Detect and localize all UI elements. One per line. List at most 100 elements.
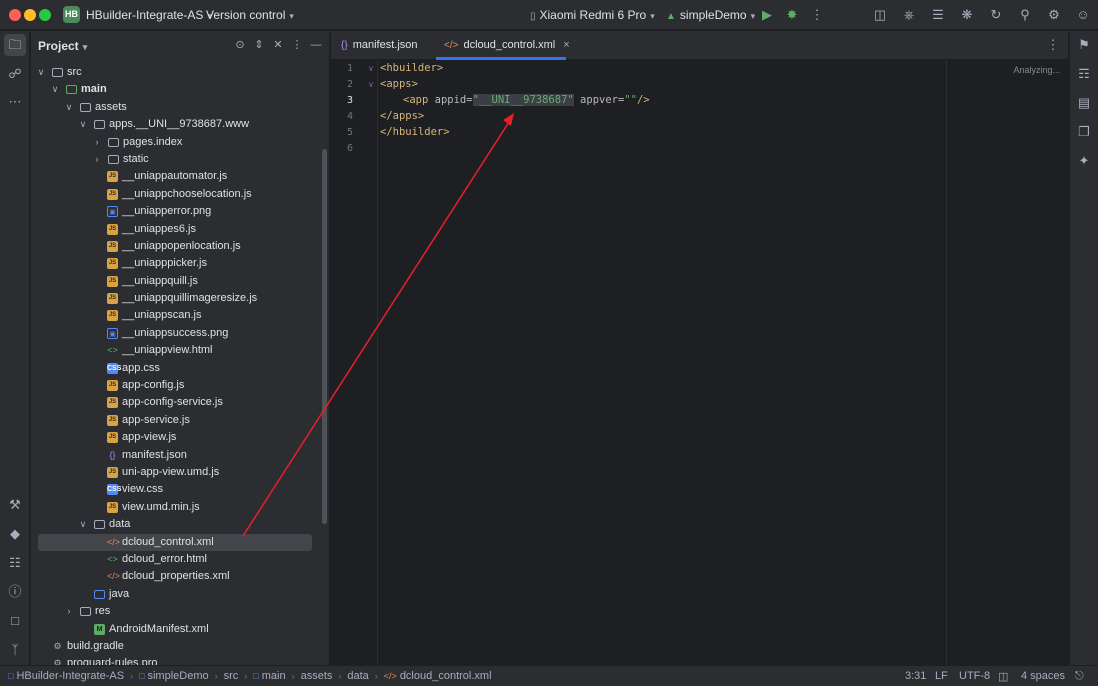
tab-options-icon[interactable]: ⋮ <box>1044 36 1062 54</box>
lock-icon[interactable]: ⎋ <box>1075 670 1084 683</box>
logcat-icon[interactable]: ☷ <box>4 552 26 574</box>
chevron-down-icon[interactable]: ∨ <box>78 116 88 133</box>
more-actions-icon[interactable]: ⋮ <box>808 6 826 24</box>
build-hammer-icon[interactable]: ⚒ <box>4 494 26 516</box>
tab-dcloud-control-xml[interactable]: </> dcloud_control.xml × <box>436 31 570 60</box>
bug-icon[interactable]: ❋ <box>958 6 976 24</box>
problems-icon[interactable]: ⓘ <box>4 581 26 603</box>
file-encoding[interactable]: UTF-8 <box>959 670 990 682</box>
tree-item[interactable]: JS __uniappscan.js <box>31 307 329 324</box>
tree-item[interactable]: JS __uniappautomator.js <box>31 168 329 185</box>
tree-item[interactable]: ⚙ build.gradle <box>31 638 329 655</box>
project-tree-scrollbar[interactable] <box>322 149 327 524</box>
chevron-right-icon[interactable]: › <box>92 151 102 168</box>
tree-item[interactable]: ∨ main <box>31 81 329 98</box>
tree-item[interactable]: › pages.index <box>31 134 329 151</box>
project-switcher[interactable]: HBuilder-Integrate-AS ▾ <box>86 8 212 22</box>
device-file-explorer-icon[interactable]: ▤ <box>1073 92 1095 114</box>
tree-item[interactable]: ▣ __uniappsuccess.png <box>31 325 329 342</box>
tree-item[interactable]: JS __uniappquill.js <box>31 273 329 290</box>
project-view-selector[interactable]: Project ▾ <box>38 39 87 53</box>
tree-item[interactable]: › res <box>31 603 329 620</box>
account-icon[interactable]: ☺ <box>1074 6 1092 24</box>
gradle-icon[interactable]: ☶ <box>1073 63 1095 85</box>
tree-item[interactable]: JS __uniappes6.js <box>31 221 329 238</box>
tree-item[interactable]: ⚙ proguard-rules.pro <box>31 655 329 665</box>
close-tab-icon[interactable]: × <box>563 39 569 51</box>
tree-item[interactable]: ∨ src <box>31 64 329 81</box>
run-icon[interactable]: ▶ <box>758 6 776 24</box>
locate-file-icon[interactable]: ⊙ <box>233 38 247 52</box>
chevron-down-icon[interactable]: ∨ <box>50 81 60 98</box>
version-control-menu[interactable]: Version control ▾ <box>206 8 294 22</box>
run-config-selector[interactable]: ▲ simpleDemo ▾ <box>666 8 755 22</box>
cursor-position[interactable]: 3:31 <box>905 670 926 682</box>
tree-item[interactable]: </> dcloud_control.xml <box>38 533 312 551</box>
tree-item[interactable]: M AndroidManifest.xml <box>31 621 329 638</box>
git-branch-icon[interactable]: ᛉ <box>4 639 26 661</box>
more-tools-icon[interactable]: ⋯ <box>4 91 26 113</box>
search-icon[interactable]: ⚲ <box>1016 6 1034 24</box>
gem-icon[interactable]: ◆ <box>4 523 26 545</box>
tree-item[interactable]: › static <box>31 151 329 168</box>
tree-item[interactable]: CSS app.css <box>31 360 329 377</box>
sync-icon[interactable]: ↻ <box>987 6 1005 24</box>
reader-mode-icon[interactable]: ◫ <box>998 670 1008 683</box>
tree-item[interactable]: ∨ data <box>31 516 329 533</box>
tree-item[interactable]: JS app-config-service.js <box>31 394 329 411</box>
minimize-window-button[interactable] <box>24 9 36 21</box>
project-folder-icon[interactable]: 🗀 <box>4 34 26 56</box>
zoom-window-button[interactable] <box>39 9 51 21</box>
breadcrumb-item[interactable]: main <box>262 670 286 682</box>
chevron-right-icon[interactable]: › <box>92 134 102 151</box>
expand-all-icon[interactable]: ⇕ <box>252 38 266 52</box>
breadcrumb-item[interactable]: assets <box>301 670 333 682</box>
breadcrumb-item[interactable]: dcloud_control.xml <box>400 670 492 682</box>
notifications-icon[interactable]: ⚑ <box>1073 34 1095 56</box>
ai-assistant-icon[interactable]: ✦ <box>1073 150 1095 172</box>
tree-item[interactable]: ▣ __uniapperror.png <box>31 203 329 220</box>
device-selector[interactable]: ▯ Xiaomi Redmi 6 Pro ▾ <box>530 8 655 22</box>
structure-icon[interactable]: ☰ <box>929 6 947 24</box>
breadcrumb-item[interactable]: HBuilder-Integrate-AS <box>16 670 124 682</box>
tree-item[interactable]: CSS view.css <box>31 481 329 498</box>
tree-item[interactable]: {} manifest.json <box>31 447 329 464</box>
tree-item[interactable]: JS view.umd.min.js <box>31 499 329 516</box>
device-manager-icon[interactable]: ◫ <box>871 6 889 24</box>
breadcrumb-item[interactable]: simpleDemo <box>147 670 208 682</box>
tree-item[interactable]: <> dcloud_error.html <box>31 551 329 568</box>
tree-item[interactable]: java <box>31 586 329 603</box>
options-icon[interactable]: ⋮ <box>290 38 304 52</box>
chevron-down-icon[interactable]: ∨ <box>78 516 88 533</box>
indent-setting[interactable]: 4 spaces <box>1021 670 1065 682</box>
tree-item[interactable]: JS app-config.js <box>31 377 329 394</box>
tree-item[interactable]: JS app-view.js <box>31 429 329 446</box>
tree-item[interactable]: ∨ assets <box>31 99 329 116</box>
breadcrumb-item[interactable]: src <box>224 670 239 682</box>
fold-arrow-icon[interactable]: ∨ <box>368 64 374 73</box>
tree-item[interactable]: ∨ apps.__UNI__9738687.www <box>31 116 329 133</box>
chevron-down-icon[interactable]: ∨ <box>36 64 46 81</box>
tree-item[interactable]: JS __uniappchooselocation.js <box>31 186 329 203</box>
settings-gear-icon[interactable]: ⚙ <box>1045 6 1063 24</box>
tree-item[interactable]: JS __uniappopenlocation.js <box>31 238 329 255</box>
line-ending[interactable]: LF <box>935 670 948 682</box>
close-window-button[interactable] <box>9 9 21 21</box>
chevron-down-icon[interactable]: ∨ <box>64 99 74 116</box>
tree-item[interactable]: </> dcloud_properties.xml <box>31 568 329 585</box>
hide-panel-icon[interactable]: — <box>309 38 323 52</box>
tree-item[interactable]: <> __uniappview.html <box>31 342 329 359</box>
collapse-all-icon[interactable]: ✕ <box>271 38 285 52</box>
terminal-icon[interactable]: □ <box>4 610 26 632</box>
device-mirroring-icon[interactable]: ❐ <box>1073 121 1095 143</box>
code-editor[interactable]: 1 2 3 4 5 6 ∨ ∨ <hbuilder> <apps> <app a… <box>331 60 1068 665</box>
tree-item[interactable]: JS app-service.js <box>31 412 329 429</box>
fold-arrow-icon[interactable]: ∨ <box>368 80 374 89</box>
tree-item[interactable]: JS __uniapppicker.js <box>31 255 329 272</box>
debug-icon[interactable]: ✸ <box>783 6 801 24</box>
tree-item[interactable]: JS __uniappquillimageresize.js <box>31 290 329 307</box>
breadcrumb-item[interactable]: data <box>347 670 368 682</box>
chevron-right-icon[interactable]: › <box>64 603 74 620</box>
tree-item[interactable]: JS uni-app-view.umd.js <box>31 464 329 481</box>
translate-icon[interactable]: ⎈ <box>900 6 918 24</box>
